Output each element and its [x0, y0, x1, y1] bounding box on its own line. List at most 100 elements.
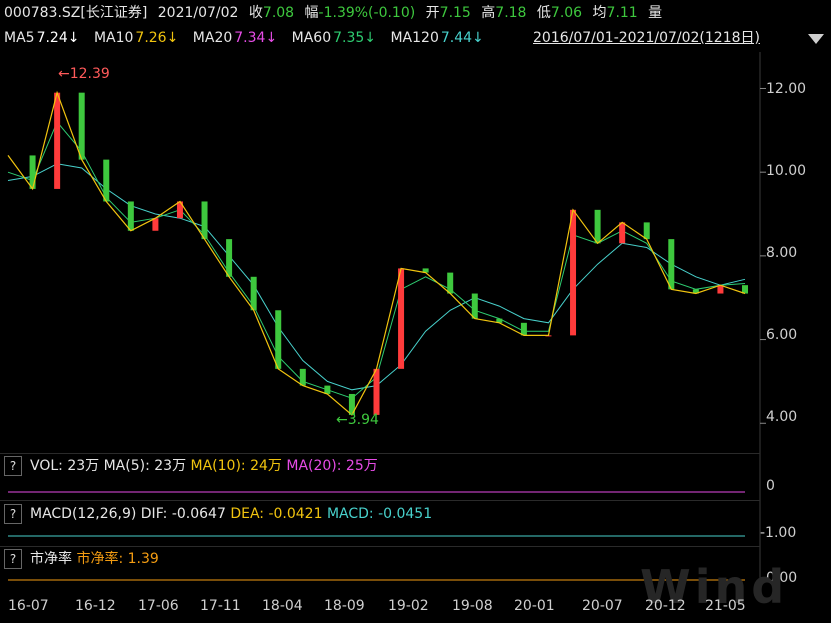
- low-annotation: ←3.94: [336, 412, 379, 428]
- price-candle: [201, 201, 208, 240]
- price-candle: [717, 285, 724, 294]
- quote-bar: 000783.SZ[长江证券] 2021/07/02 收7.08 幅-1.39%…: [4, 2, 668, 24]
- x-tick-label: 18-04: [262, 598, 303, 614]
- vol-ma10: MA(10): 24万: [190, 458, 282, 474]
- x-tick-label: 16-12: [75, 598, 116, 614]
- price-candle: [520, 322, 527, 336]
- price-candle: [594, 209, 601, 244]
- price-candle: [226, 239, 233, 277]
- avg-value: 7.11: [606, 5, 638, 21]
- close-value: 7.08: [262, 5, 295, 21]
- x-tick-label: 16-07: [8, 598, 49, 614]
- x-tick-label: 20-07: [582, 598, 623, 614]
- price-candle: [373, 368, 380, 415]
- pb-panel-header: ? 市净率 市净率: 1.39: [4, 548, 159, 570]
- x-tick-label: 19-08: [452, 598, 493, 614]
- y-tick-label: 12.00: [766, 81, 807, 97]
- low-value: 7.06: [550, 5, 583, 21]
- macd-dea: DEA: -0.0421: [230, 506, 323, 522]
- vol-panel-header: ? VOL: 23万 MA(5): 23万 MA(10): 24万 MA(20):…: [4, 455, 378, 477]
- ma120-value: 7.44↓: [440, 30, 484, 46]
- price-candle: [742, 285, 748, 294]
- high-label: 高: [481, 5, 496, 21]
- price-candle: [422, 268, 429, 273]
- ma5-value: 7.24↓: [36, 30, 80, 46]
- vol-axis-label: 0: [766, 478, 775, 494]
- price-candle: [250, 276, 257, 311]
- y-tick-label: 6.00: [766, 327, 798, 343]
- close-label: 收: [248, 5, 263, 21]
- y-tick-label: 4.00: [766, 409, 798, 425]
- price-candle: [545, 335, 552, 337]
- ma60-line: [7, 121, 746, 399]
- open-label: 开: [425, 5, 440, 21]
- price-candle: [619, 222, 626, 244]
- macd-panel-header: ? MACD(12,26,9) DIF: -0.0647 DEA: -0.0421…: [4, 503, 432, 525]
- ma10-label: MA10: [93, 30, 134, 46]
- price-candle: [275, 310, 282, 369]
- price-candle: [103, 159, 110, 202]
- pb-title: 市净率: [30, 551, 72, 567]
- ma20-label: MA20: [192, 30, 233, 46]
- ma-bar: MA5 7.24↓ MA10 7.26↓ MA20 7.34↓ MA60 7.35↓ M…: [4, 27, 486, 49]
- avg-label: 均: [592, 5, 607, 21]
- ma5-label: MA5: [4, 30, 35, 46]
- x-tick-label: 21-05: [705, 598, 746, 614]
- price-candle: [176, 201, 183, 219]
- price-candle: [570, 209, 577, 336]
- panel-divider: [0, 500, 760, 501]
- change-label: 幅: [304, 5, 319, 21]
- vol-label: 量: [648, 5, 663, 21]
- high-annotation: ←12.39: [58, 66, 110, 82]
- price-candle: [299, 368, 306, 386]
- ma20-value: 7.34↓: [234, 30, 278, 46]
- macd-axis-label: -1.00: [760, 525, 797, 541]
- x-tick-label: 20-01: [514, 598, 555, 614]
- stock-code[interactable]: 000783.SZ[长江证券]: [4, 5, 147, 21]
- macd-dif: DIF: -0.0647: [140, 506, 226, 522]
- open-value: 7.15: [439, 5, 471, 21]
- price-candle: [668, 239, 675, 290]
- ma60-label: MA60: [291, 30, 332, 46]
- x-tick-label: 17-11: [200, 598, 241, 614]
- x-tick-label: 18-09: [324, 598, 365, 614]
- date-range-selector[interactable]: 2016/07/01-2021/07/02(1218日): [533, 28, 760, 48]
- price-candle: [29, 155, 36, 189]
- price-candle: [152, 218, 159, 231]
- price-candle: [692, 289, 699, 294]
- x-tick-label: 19-02: [388, 598, 429, 614]
- triangle-down-icon[interactable]: [808, 34, 824, 44]
- chart-svg: [7, 34, 824, 596]
- y-tick-label: 8.00: [766, 245, 798, 261]
- macd-title: MACD(12,26,9): [30, 506, 137, 522]
- question-icon[interactable]: ?: [4, 504, 22, 524]
- ma120-label: MA120: [390, 30, 439, 46]
- price-candle: [324, 385, 331, 394]
- price-candle: [447, 272, 454, 294]
- price-candle: [398, 268, 405, 369]
- panel-divider: [0, 546, 760, 547]
- ma60-value: 7.35↓: [333, 30, 377, 46]
- macd-macd: MACD: -0.0451: [326, 506, 433, 522]
- x-tick-label: 17-06: [138, 598, 179, 614]
- y-tick-label: 10.00: [766, 163, 807, 179]
- vol-ma20: MA(20): 25万: [286, 458, 378, 474]
- price-candle: [78, 92, 85, 160]
- price-candle: [54, 92, 61, 189]
- x-tick-label: 20-12: [645, 598, 686, 614]
- question-icon[interactable]: ?: [4, 456, 22, 476]
- price-candle: [127, 201, 134, 231]
- high-value: 7.18: [495, 5, 527, 21]
- low-label: 低: [536, 5, 551, 21]
- price-candle: [643, 222, 650, 240]
- quote-date: 2021/07/02: [157, 5, 239, 21]
- vol-value: VOL: 23万: [30, 458, 100, 474]
- vol-ma5: MA(5): 23万: [103, 458, 187, 474]
- question-icon[interactable]: ?: [4, 549, 22, 569]
- price-line: [7, 90, 746, 416]
- ma120-line: [7, 163, 746, 391]
- change-value: -1.39%(-0.10): [318, 5, 416, 21]
- price-candle: [471, 293, 478, 319]
- pb-value: 市净率: 1.39: [76, 551, 159, 567]
- panel-divider: [0, 453, 760, 454]
